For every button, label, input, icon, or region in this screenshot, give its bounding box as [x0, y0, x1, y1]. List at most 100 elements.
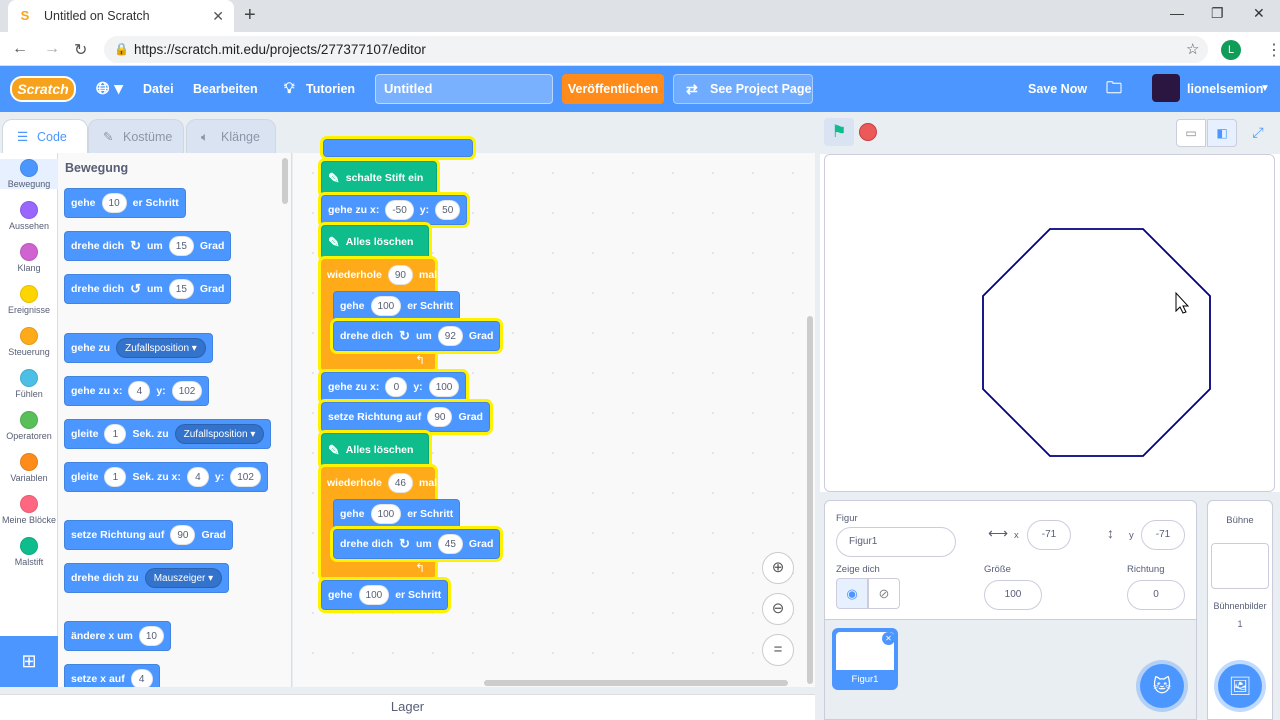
block-input[interactable]: 100: [428, 377, 460, 397]
green-flag-icon[interactable]: ⚑: [824, 118, 854, 146]
language-globe-icon[interactable]: 🌐︎ ▾: [96, 66, 123, 112]
category-9[interactable]: Malstift: [0, 537, 58, 567]
block-input[interactable]: 15: [168, 279, 194, 299]
block-input[interactable]: 90: [170, 525, 196, 545]
palette-block-set-x[interactable]: setze x auf 4: [64, 664, 160, 687]
category-1[interactable]: Aussehen: [0, 201, 58, 231]
script-block-turn-45[interactable]: drehe dich ↻ um 45 Grad: [333, 529, 501, 559]
large-stage-icon[interactable]: ◧: [1207, 119, 1237, 147]
script-block-point-direction[interactable]: setze Richtung auf 90 Grad: [321, 402, 490, 432]
script-block-move-100-3[interactable]: gehe 100 er Schritt: [321, 580, 449, 610]
block-input[interactable]: 10: [101, 193, 127, 213]
script-area[interactable]: ✎ schalte Stift ein gehe zu x: -50 y: 50 ✎ Al…: [293, 139, 815, 687]
block-input[interactable]: 90: [427, 407, 453, 427]
tab-costumes[interactable]: ✎ Kostüme: [88, 119, 184, 153]
tab-code[interactable]: ☰ Code: [2, 119, 88, 153]
category-0[interactable]: Bewegung: [0, 159, 58, 189]
script-block-pen-down[interactable]: ✎ schalte Stift ein: [321, 161, 437, 195]
block-input[interactable]: 45: [437, 534, 463, 554]
script-block-turn-92[interactable]: drehe dich ↻ um 92 Grad: [333, 321, 501, 351]
save-now-button[interactable]: Save Now: [1028, 66, 1087, 112]
menu-edit[interactable]: Bearbeiten: [193, 66, 258, 112]
palette-block-point-towards[interactable]: drehe dich zu Mauszeiger ▾: [64, 563, 230, 593]
browser-tab[interactable]: S Untitled on Scratch ✕: [8, 0, 234, 32]
small-stage-icon[interactable]: ▭: [1176, 119, 1206, 147]
block-input[interactable]: 100: [370, 504, 402, 524]
menu-tutorials[interactable]: Tutorien: [306, 66, 355, 112]
script-block-move-100[interactable]: gehe 100 er Schritt: [333, 291, 461, 321]
account-chevron-down-icon[interactable]: ▼: [1260, 66, 1270, 112]
profile-avatar[interactable]: L: [1221, 40, 1241, 60]
username[interactable]: lionelsemion: [1187, 66, 1263, 112]
palette-block-goto[interactable]: gehe zu Zufallsposition ▾: [64, 333, 213, 363]
palette-block-glide-xy[interactable]: gleite 1 Sek. zu x: 4 y: 102: [64, 462, 268, 492]
window-close-icon[interactable]: ✕: [1253, 5, 1265, 22]
category-6[interactable]: Operatoren: [0, 411, 58, 441]
browser-menu-icon[interactable]: ⋮: [1266, 40, 1280, 60]
block-input[interactable]: 0: [385, 377, 408, 397]
choose-sprite-icon[interactable]: 🐱︎: [1140, 664, 1184, 708]
menu-file[interactable]: Datei: [143, 66, 174, 112]
publish-button[interactable]: Veröffentlichen: [562, 74, 664, 104]
block-input[interactable]: 4: [128, 381, 151, 401]
delete-sprite-icon[interactable]: ✕: [882, 632, 895, 645]
palette-block-goto-xy[interactable]: gehe zu x: 4 y: 102: [64, 376, 210, 406]
sprite-x-input[interactable]: -71: [1027, 520, 1071, 550]
new-tab-icon[interactable]: +: [244, 4, 256, 27]
palette-block-point-direction[interactable]: setze Richtung auf 90 Grad: [64, 520, 233, 550]
backpack-bar[interactable]: Lager: [0, 694, 815, 720]
url-input[interactable]: 🔒 https://scratch.mit.edu/projects/27737…: [104, 36, 1208, 63]
block-input[interactable]: 92: [437, 326, 463, 346]
palette-block-turn-right[interactable]: drehe dich ↻ um 15 Grad: [64, 231, 232, 261]
stage-canvas[interactable]: [824, 154, 1275, 492]
block-dropdown[interactable]: Mauszeiger ▾: [144, 568, 223, 588]
choose-backdrop-icon[interactable]: 🖼︎: [1218, 664, 1262, 708]
palette-block-move[interactable]: gehe 10 er Schritt: [64, 188, 186, 218]
palette-block-change-x[interactable]: ändere x um 10: [64, 621, 171, 651]
show-eye-icon[interactable]: ◉: [836, 578, 868, 609]
category-3[interactable]: Ereignisse: [0, 285, 58, 315]
add-extension-icon[interactable]: ⊞: [0, 636, 58, 687]
zoom-out-icon[interactable]: ⊖: [762, 593, 794, 625]
tab-close-icon[interactable]: ✕: [212, 8, 224, 25]
block-input[interactable]: 46: [387, 473, 413, 493]
script-block-clear-2[interactable]: ✎ Alles löschen: [321, 433, 429, 467]
block-input[interactable]: 100: [358, 585, 390, 605]
script-block-cutoff[interactable]: [323, 139, 473, 157]
stop-icon[interactable]: [859, 123, 877, 141]
block-input[interactable]: -50: [385, 200, 414, 220]
back-icon[interactable]: ←: [12, 40, 28, 58]
project-title-input[interactable]: Untitled: [375, 74, 553, 104]
minimize-icon[interactable]: —: [1170, 5, 1184, 21]
sprite-name-input[interactable]: Figur1: [836, 527, 956, 557]
palette-block-glide[interactable]: gleite 1 Sek. zu Zufallsposition ▾: [64, 419, 272, 449]
zoom-reset-icon[interactable]: =: [762, 634, 794, 666]
block-dropdown[interactable]: Zufallsposition ▾: [116, 338, 206, 358]
forward-icon[interactable]: →: [44, 40, 60, 58]
zoom-in-icon[interactable]: ⊕: [762, 552, 794, 584]
script-block-move-100-2[interactable]: gehe 100 er Schritt: [333, 499, 461, 529]
reload-icon[interactable]: ↻: [74, 40, 87, 60]
sprite-y-input[interactable]: -71: [1141, 520, 1185, 550]
category-7[interactable]: Variablen: [0, 453, 58, 483]
see-project-page-button[interactable]: ⇄ See Project Page: [673, 74, 813, 104]
block-input[interactable]: 15: [168, 236, 194, 256]
hide-eye-icon[interactable]: ⊘: [868, 578, 900, 609]
tab-sounds[interactable]: 🔈︎ Klänge: [186, 119, 276, 153]
script-block-goto-xy-2[interactable]: gehe zu x: 0 y: 100: [321, 372, 467, 402]
bookmark-star-icon[interactable]: ☆: [1186, 40, 1199, 58]
block-input[interactable]: 1: [104, 467, 127, 487]
block-input[interactable]: 102: [230, 467, 261, 487]
block-input[interactable]: 90: [387, 265, 413, 285]
scratch-logo[interactable]: Scratch: [10, 76, 76, 102]
script-block-clear[interactable]: ✎ Alles löschen: [321, 225, 429, 259]
category-8[interactable]: Meine Blöcke: [0, 495, 58, 525]
palette-scrollbar[interactable]: [282, 158, 288, 204]
script-horizontal-scrollbar[interactable]: [484, 680, 788, 686]
script-vertical-scrollbar[interactable]: [807, 316, 813, 684]
backdrop-thumbnail[interactable]: [1211, 543, 1269, 589]
block-input[interactable]: 50: [435, 200, 461, 220]
palette-block-turn-left[interactable]: drehe dich ↺ um 15 Grad: [64, 274, 232, 304]
block-input[interactable]: 4: [186, 467, 209, 487]
category-4[interactable]: Steuerung: [0, 327, 58, 357]
